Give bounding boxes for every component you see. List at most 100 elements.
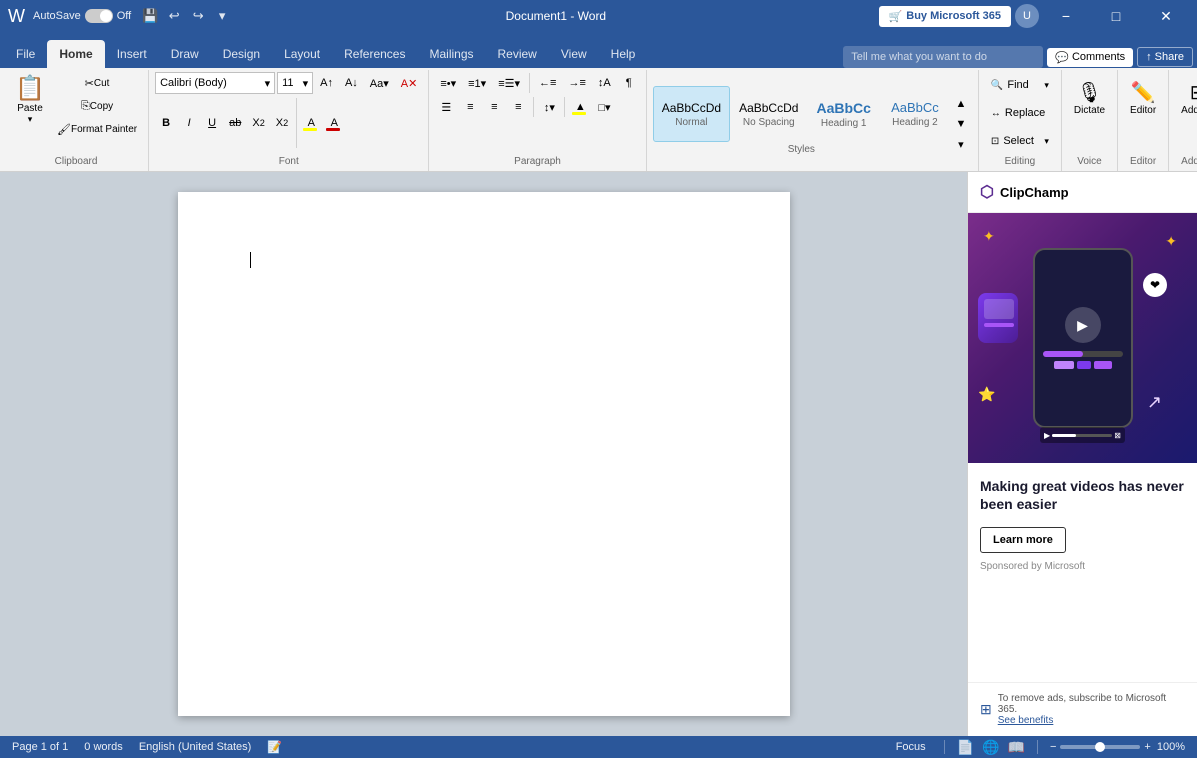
text-highlight-button[interactable]: A	[300, 112, 322, 134]
web-layout-view-button[interactable]: 🌐	[982, 739, 999, 756]
tab-review[interactable]: Review	[486, 40, 549, 68]
font-size-selector[interactable]: 11 ▾	[277, 72, 313, 94]
addins-icon: ⊞	[1190, 83, 1197, 103]
tab-mailings[interactable]: Mailings	[417, 40, 485, 68]
decrease-indent-button[interactable]: ←≡	[534, 72, 561, 94]
select-button[interactable]: ⊡ Select ▾	[985, 128, 1055, 154]
styles-more-button[interactable]: ▾	[950, 135, 972, 154]
undo-button[interactable]: ↩	[163, 5, 185, 27]
learn-more-button[interactable]: Learn more	[980, 527, 1066, 553]
comments-button[interactable]: 💬 Comments	[1047, 48, 1133, 67]
zoom-out-button[interactable]: −	[1050, 741, 1056, 753]
font-increase-button[interactable]: A↑	[315, 72, 338, 94]
bullets-button[interactable]: ≡•▾	[435, 72, 461, 94]
paste-button[interactable]: 📋 Paste ▾	[10, 72, 50, 126]
save-button[interactable]: 💾	[139, 5, 161, 27]
format-painter-button[interactable]: 🖌 Format Painter	[52, 118, 142, 140]
customize-qat-button[interactable]: ▾	[211, 5, 233, 27]
increase-indent-button[interactable]: →≡	[563, 72, 590, 94]
styles-scroll-up-button[interactable]: ▲	[950, 95, 972, 113]
tab-references[interactable]: References	[332, 40, 417, 68]
line-spacing-button[interactable]: ↕▾	[538, 96, 560, 118]
font-color-button[interactable]: A	[323, 112, 345, 134]
focus-button[interactable]: Focus	[890, 739, 932, 755]
statusbar-separator1	[944, 740, 945, 754]
subscript-button[interactable]: X2	[247, 112, 269, 134]
copy-button[interactable]: ⎘ Copy	[52, 95, 142, 117]
autosave-toggle[interactable]	[85, 9, 113, 23]
editor-label: Editor	[1130, 105, 1156, 116]
style-heading2-preview: AaBbCc	[891, 100, 939, 115]
align-center-button[interactable]: ≡	[459, 96, 481, 118]
star-icon-1: ✦	[1165, 233, 1177, 250]
redo-button[interactable]: ↪	[187, 5, 209, 27]
borders-button[interactable]: □▾	[593, 96, 615, 118]
font-decrease-button[interactable]: A↓	[340, 72, 363, 94]
paragraph-row2: ☰ ≡ ≡ ≡ ↕▾ ▲ □▾	[435, 96, 639, 118]
change-case-button[interactable]: Aa▾	[365, 72, 394, 94]
bold-button[interactable]: B	[155, 112, 177, 134]
clipboard-group: 📋 Paste ▾ ✂ Cut ⎘ Copy 🖌 Format Painter …	[4, 70, 149, 171]
font-name-selector[interactable]: Calibri (Body) ▾	[155, 72, 275, 94]
maximize-button[interactable]: □	[1093, 0, 1139, 32]
share-button[interactable]: ↑ Share	[1137, 47, 1193, 67]
star-icon-3: ⭐	[978, 386, 995, 403]
multilevel-list-button[interactable]: ≡☰▾	[493, 72, 525, 94]
close-button[interactable]: ✕	[1143, 0, 1189, 32]
zoom-in-button[interactable]: +	[1144, 741, 1150, 753]
document-area[interactable]	[0, 172, 967, 736]
addins-button[interactable]: ⊞ Add-ins	[1175, 72, 1197, 126]
justify-button[interactable]: ≡	[507, 96, 529, 118]
italic-button[interactable]: I	[178, 112, 200, 134]
document-page[interactable]	[178, 192, 790, 716]
styles-scroll-down-button[interactable]: ▼	[950, 115, 972, 133]
tab-layout[interactable]: Layout	[272, 40, 332, 68]
tab-design[interactable]: Design	[211, 40, 272, 68]
style-no-spacing-button[interactable]: AaBbCcDd No Spacing	[730, 86, 807, 142]
font-group: Calibri (Body) ▾ 11 ▾ A↑ A↓ Aa▾ A✕ B I U…	[149, 70, 429, 171]
user-avatar[interactable]: U	[1015, 4, 1039, 28]
editor-button[interactable]: ✏️ Editor	[1124, 72, 1162, 126]
sort-button[interactable]: ↕A	[593, 72, 616, 94]
tab-draw[interactable]: Draw	[159, 40, 211, 68]
paste-dropdown-icon[interactable]: ▾	[28, 114, 33, 125]
shading-button[interactable]: ▲	[569, 96, 591, 118]
style-heading1-button[interactable]: AaBbCc Heading 1	[807, 86, 879, 142]
strikethrough-button[interactable]: ab	[224, 112, 246, 134]
buy-microsoft365-button[interactable]: 🛒 Buy Microsoft 365	[879, 6, 1011, 27]
zoom-level[interactable]: 100%	[1157, 741, 1185, 753]
tab-insert[interactable]: Insert	[105, 40, 159, 68]
clear-formatting-button[interactable]: A✕	[396, 72, 423, 94]
align-right-button[interactable]: ≡	[483, 96, 505, 118]
numbering-button[interactable]: ≡1▾	[463, 72, 491, 94]
underline-button[interactable]: U	[201, 112, 223, 134]
search-input[interactable]	[843, 46, 1043, 68]
superscript-button[interactable]: X2	[271, 112, 293, 134]
minimize-button[interactable]: −	[1043, 0, 1089, 32]
read-view-button[interactable]: 📖	[1008, 739, 1025, 756]
tab-help[interactable]: Help	[599, 40, 648, 68]
print-layout-view-button[interactable]: 📄	[957, 739, 974, 756]
tab-home[interactable]: Home	[47, 40, 104, 68]
addins-group: ⊞ Add-ins Add-ins	[1169, 70, 1197, 171]
card-bar	[984, 323, 1014, 327]
dictate-button[interactable]: 🎙 Dictate	[1068, 72, 1111, 126]
sponsored-text: Sponsored by Microsoft	[980, 561, 1185, 572]
language-info[interactable]: English (United States)	[139, 741, 252, 753]
align-left-button[interactable]: ☰	[435, 96, 457, 118]
tab-file[interactable]: File	[4, 40, 47, 68]
zoom-slider[interactable]	[1060, 745, 1140, 749]
font-group-label: Font	[155, 154, 422, 169]
show-marks-button[interactable]: ¶	[618, 72, 640, 94]
cut-button[interactable]: ✂ Cut	[52, 72, 142, 94]
tab-view[interactable]: View	[549, 40, 599, 68]
style-normal-button[interactable]: AaBbCcDd Normal	[653, 86, 730, 142]
style-heading2-button[interactable]: AaBbCc Heading 2	[880, 86, 950, 142]
heart-badge: ❤	[1143, 273, 1167, 297]
titlebar-right: 🛒 Buy Microsoft 365 U − □ ✕	[879, 0, 1189, 32]
style-no-spacing-preview: AaBbCcDd	[739, 101, 798, 115]
replace-button[interactable]: ↔ Replace	[985, 100, 1055, 126]
replace-icon: ↔	[991, 108, 1001, 119]
see-benefits-link[interactable]: See benefits	[998, 715, 1054, 726]
find-button[interactable]: 🔍 Find ▾	[985, 72, 1055, 98]
